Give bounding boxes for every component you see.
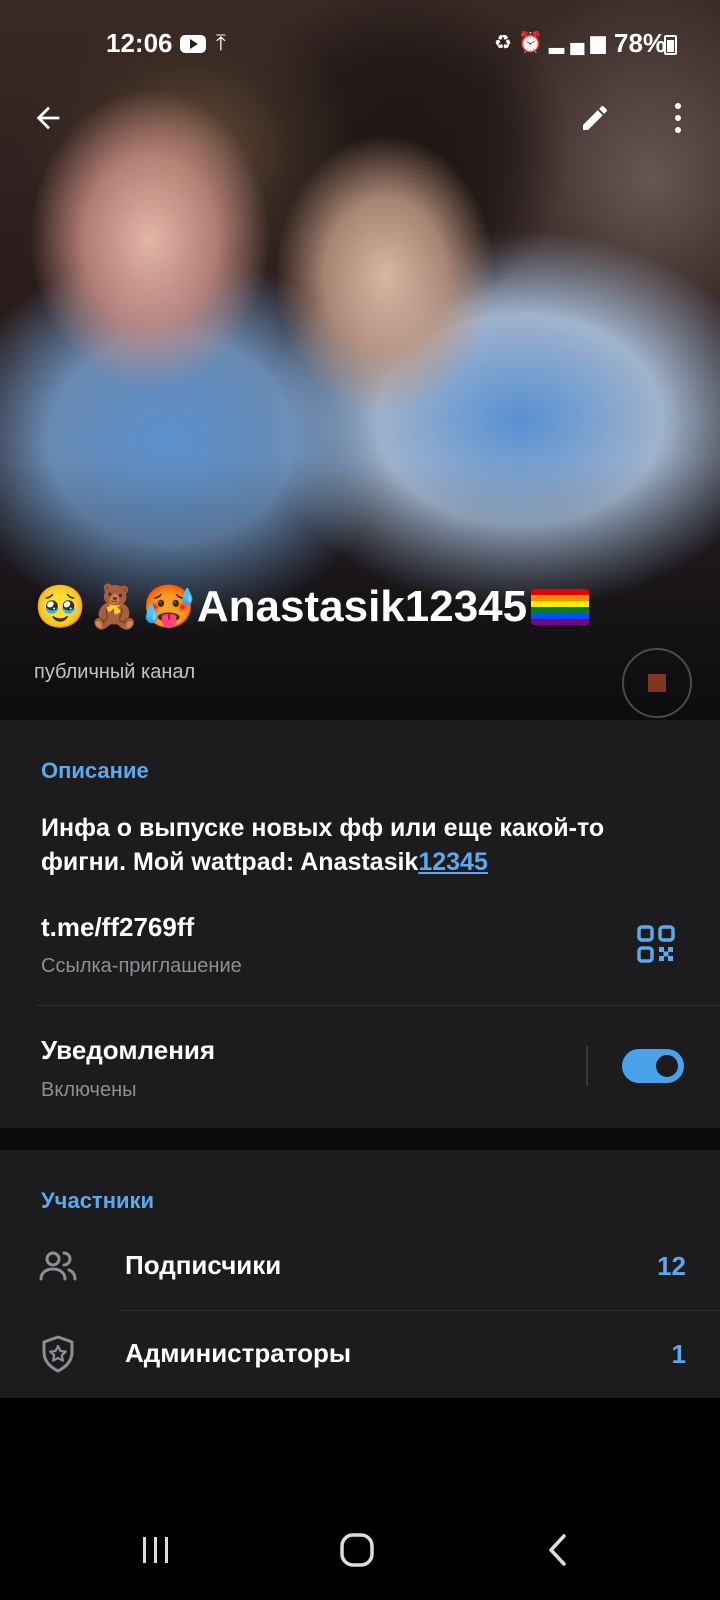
nav-back-button[interactable]	[528, 1520, 588, 1580]
three-dots-vertical-icon	[675, 103, 681, 133]
subscribers-row[interactable]: Подписчики 12	[0, 1222, 720, 1310]
status-icons: ♻⏰▂▄▆	[494, 30, 612, 55]
admins-row[interactable]: Администраторы 1	[0, 1310, 720, 1398]
members-label: Участники	[41, 1188, 155, 1213]
section-gap	[0, 1128, 720, 1150]
shield-star-icon	[42, 1335, 74, 1373]
people-icon	[39, 1251, 77, 1281]
recent-apps-button[interactable]	[126, 1520, 186, 1580]
description-plain: Инфа о выпуске новых фф или еще какой-то…	[41, 814, 605, 876]
status-time: 12:06	[106, 28, 173, 58]
admins-label: Администраторы	[125, 1338, 352, 1368]
emoji-pleading: 🥹	[34, 582, 87, 630]
subscribers-count: 12	[657, 1251, 686, 1281]
signal-icon: ▂▄▆	[548, 32, 612, 54]
rainbow-flag-icon	[531, 589, 590, 625]
toggle-knob	[653, 1052, 681, 1080]
notifications-status: Включены	[41, 1079, 137, 1101]
battery-icon	[664, 35, 677, 55]
pencil-icon	[583, 106, 607, 130]
upload-icon: ⤒	[216, 30, 226, 55]
admins-count: 1	[671, 1339, 686, 1369]
status-bar: 12:06 ⤒ ♻⏰▂▄▆ 78%	[0, 0, 720, 90]
subscribers-label: Подписчики	[125, 1250, 282, 1280]
recent-apps-icon	[143, 1537, 168, 1563]
home-button[interactable]	[327, 1520, 387, 1580]
back-button[interactable]	[20, 90, 76, 146]
channel-title: 🥹 🧸 🥵 Anastasik12345	[34, 582, 590, 632]
home-icon	[340, 1533, 374, 1567]
arrow-left-icon	[36, 106, 60, 130]
qr-code-button[interactable]	[636, 924, 676, 964]
invite-link-url[interactable]: t.me/ff2769ff	[41, 912, 194, 943]
vertical-separator	[586, 1046, 588, 1086]
system-nav-bar	[0, 1500, 720, 1600]
qr-code-icon	[637, 925, 675, 963]
emoji-teddy-bear: 🧸	[88, 582, 141, 630]
nav-back-icon	[549, 1534, 566, 1566]
youtube-icon	[180, 35, 206, 53]
divider	[37, 1005, 720, 1006]
edit-button[interactable]	[567, 90, 623, 146]
channel-name: Anastasik12345	[196, 582, 528, 631]
description-text: Инфа о выпуске новых фф или еще какой-то…	[41, 811, 691, 879]
notifications-toggle[interactable]	[622, 1049, 684, 1083]
emoji-hot-face: 🥵	[142, 582, 195, 630]
channel-type: публичный канал	[34, 661, 196, 683]
alarm-icon: ⏰	[517, 32, 549, 54]
description-label: Описание	[41, 758, 149, 783]
video-record-icon	[622, 648, 692, 718]
notifications-title: Уведомления	[41, 1035, 216, 1065]
recycle-icon: ♻	[494, 32, 518, 54]
more-options-button[interactable]	[650, 90, 706, 146]
description-link[interactable]: 12345	[418, 848, 488, 876]
battery-percent: 78%	[614, 28, 667, 58]
invite-link-caption: Ссылка-приглашение	[41, 955, 242, 977]
